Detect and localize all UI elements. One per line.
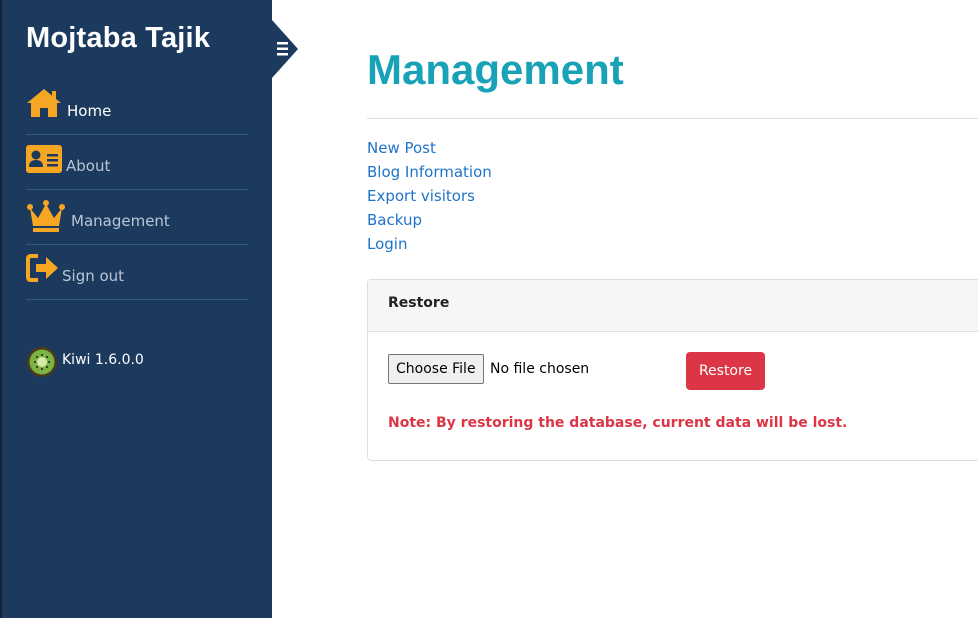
sidebar-item-management[interactable]: Management: [26, 190, 248, 245]
restore-warning-note: Note: By restoring the database, current…: [388, 415, 848, 431]
page-title: Management: [367, 46, 624, 93]
bars-icon: [277, 42, 288, 56]
kiwi-logo-icon: [26, 346, 58, 382]
crown-icon: [26, 200, 66, 236]
sidebar-item-sign-out[interactable]: Sign out: [26, 245, 248, 300]
brand-title[interactable]: Mojtaba Tajik: [26, 22, 210, 55]
sidebar-item-about[interactable]: About: [26, 135, 248, 190]
home-icon: [26, 88, 62, 122]
link-backup[interactable]: Backup: [367, 210, 492, 234]
management-links: New Post Blog Information Export visitor…: [367, 138, 492, 258]
sidebar-item-home[interactable]: Home: [26, 80, 248, 135]
sidebar: Mojtaba Tajik Home About Management Sign…: [0, 0, 272, 618]
sign-out-icon: [26, 253, 60, 287]
restore-card-title: Restore: [388, 295, 450, 311]
link-blog-information[interactable]: Blog Information: [367, 162, 492, 186]
sidebar-item-label: Home: [67, 102, 112, 120]
sidebar-item-label: Sign out: [62, 267, 125, 285]
divider: [367, 118, 978, 119]
link-new-post[interactable]: New Post: [367, 138, 492, 162]
sidebar-edge: [0, 0, 2, 618]
restore-card: Restore Choose File No file chosen Resto…: [367, 279, 978, 461]
sidebar-item-label: Management: [71, 212, 170, 230]
link-export-visitors[interactable]: Export visitors: [367, 186, 492, 210]
id-card-icon: [26, 145, 62, 177]
file-status-text: No file chosen: [490, 361, 590, 377]
link-login[interactable]: Login: [367, 234, 492, 258]
sidebar-toggle-button[interactable]: [272, 20, 298, 78]
sidebar-item-label: About: [66, 157, 111, 175]
sidebar-nav: Home About Management Sign out: [26, 80, 248, 300]
choose-file-button[interactable]: Choose File: [388, 354, 484, 384]
version-label: Kiwi 1.6.0.0: [62, 352, 144, 368]
restore-button[interactable]: Restore: [686, 352, 765, 390]
restore-card-header: Restore: [368, 280, 978, 332]
